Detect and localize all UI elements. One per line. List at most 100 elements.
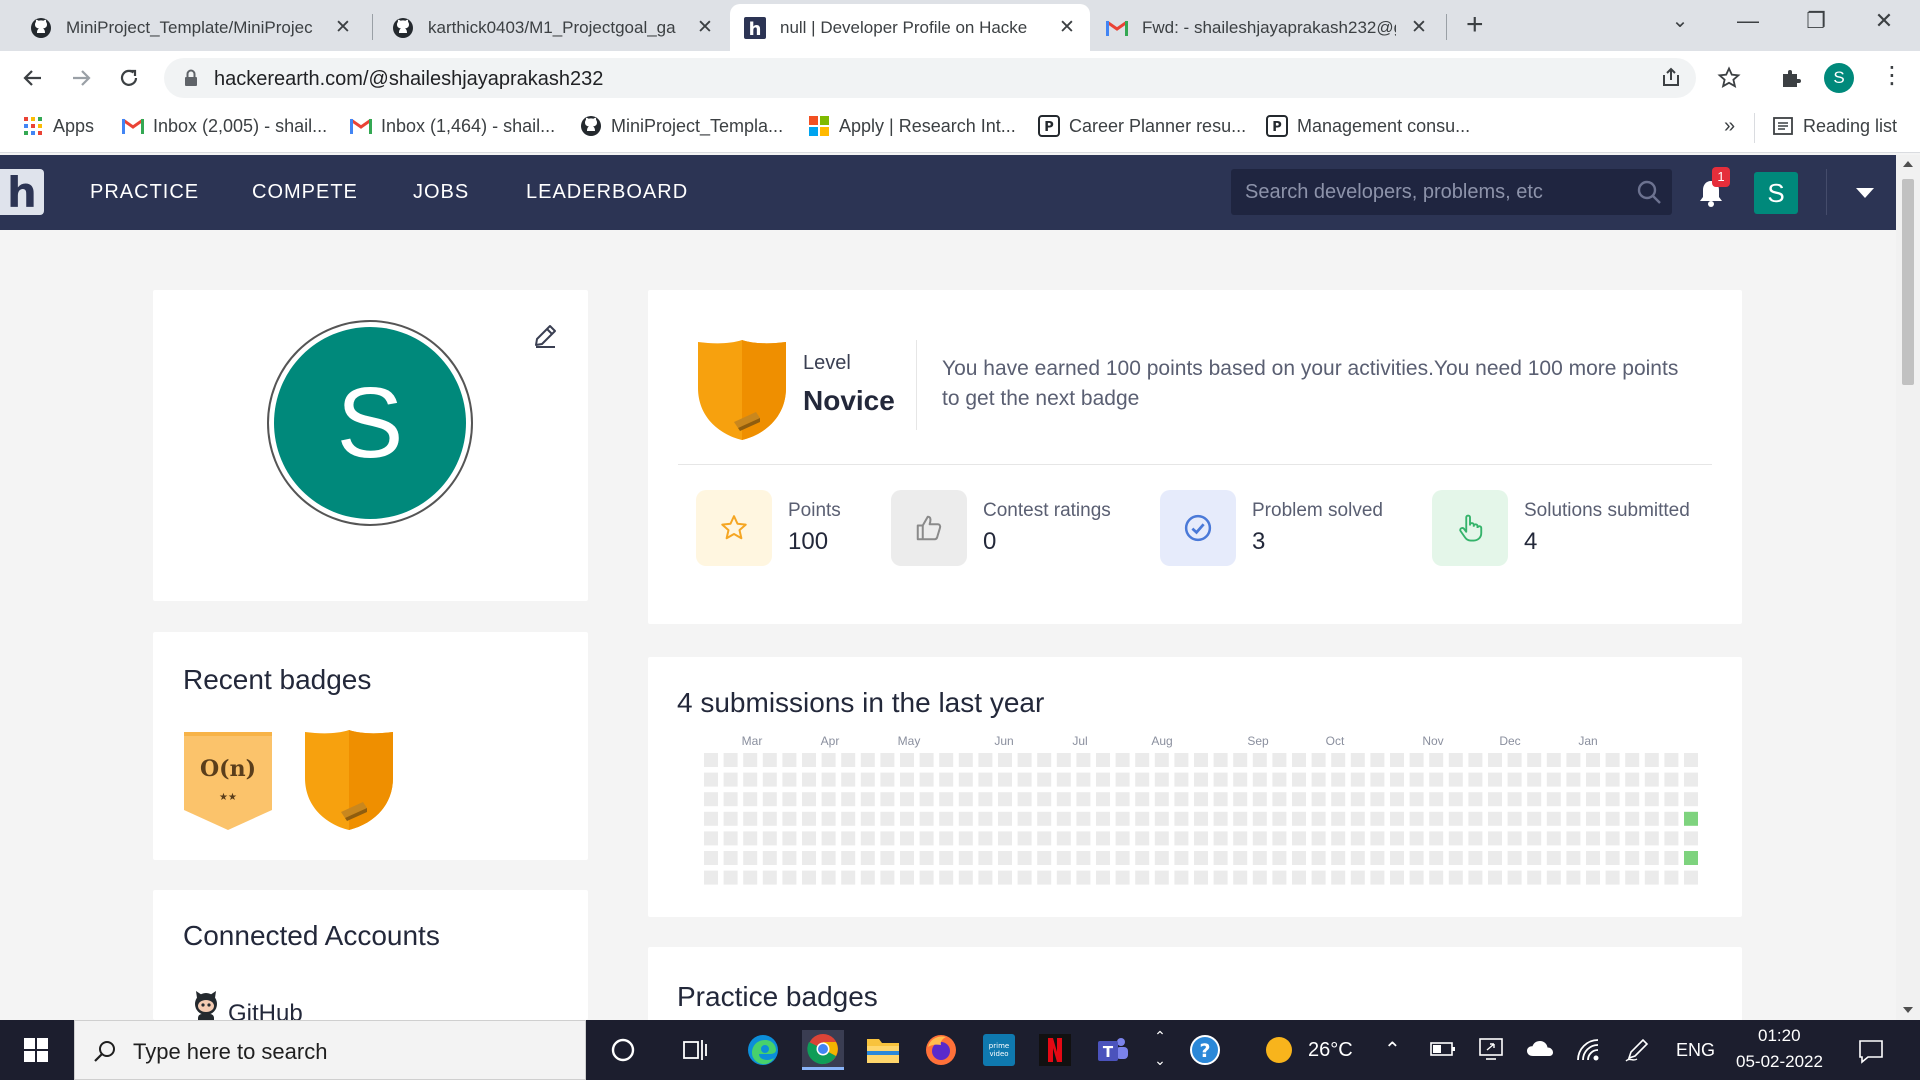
heatmap-cell[interactable] (1174, 811, 1189, 826)
heatmap-cell[interactable] (1488, 811, 1502, 826)
windows-start-icon[interactable] (0, 1020, 72, 1080)
user-avatar-button[interactable]: S (1754, 172, 1798, 214)
search-icon[interactable] (1636, 179, 1662, 210)
heatmap-cell[interactable] (723, 811, 738, 826)
heatmap-cell[interactable] (1017, 870, 1032, 885)
heatmap-cell[interactable] (1507, 811, 1522, 826)
heatmap-cell[interactable] (978, 870, 993, 885)
heatmap-cell[interactable] (1566, 811, 1581, 826)
heatmap-cell[interactable] (743, 753, 758, 767)
heatmap-cell[interactable] (1135, 792, 1150, 807)
heatmap-cell[interactable] (1488, 831, 1502, 846)
heatmap-cell[interactable] (978, 792, 993, 807)
close-tab-icon[interactable]: ✕ (334, 16, 352, 39)
heatmap-cell[interactable] (1644, 772, 1659, 787)
heatmap-cell[interactable] (1252, 792, 1267, 807)
heatmap-cell[interactable] (1527, 792, 1542, 807)
heatmap-cell[interactable] (998, 831, 1012, 846)
browser-menu-icon[interactable]: ⋮ (1880, 61, 1904, 90)
heatmap-cell[interactable] (860, 811, 875, 826)
heatmap-cell[interactable] (1056, 792, 1071, 807)
nav-jobs[interactable]: JOBS (413, 181, 469, 204)
heatmap-cell[interactable] (1213, 753, 1228, 767)
heatmap-cell[interactable] (1684, 792, 1698, 807)
heatmap-cell[interactable] (1448, 753, 1463, 767)
heatmap-cell[interactable] (802, 831, 816, 846)
heatmap-cell[interactable] (1664, 851, 1679, 865)
browser-tab-2[interactable]: karthick0403/M1_Projectgoal_ga ✕ (378, 4, 728, 51)
scroll-down-arrow-icon[interactable] (1903, 1007, 1913, 1013)
heatmap-cell[interactable] (1292, 811, 1306, 826)
heatmap-cell[interactable] (1037, 792, 1052, 807)
heatmap-cell[interactable] (782, 831, 797, 846)
heatmap-cell[interactable] (1292, 792, 1306, 807)
heatmap-cell[interactable] (1213, 851, 1228, 865)
cortana-circle-icon[interactable] (602, 1030, 644, 1070)
heatmap-cell[interactable] (1488, 753, 1502, 767)
new-tab-plus-icon[interactable]: + (1466, 10, 1484, 40)
heatmap-cell[interactable] (1350, 831, 1365, 846)
heatmap-cell[interactable] (1507, 851, 1522, 865)
profile-avatar[interactable]: S (274, 327, 466, 519)
heatmap-cell[interactable] (782, 851, 797, 865)
heatmap-cell[interactable] (743, 811, 758, 826)
heatmap-cell[interactable] (1194, 753, 1208, 767)
heatmap-cell[interactable] (1056, 753, 1071, 767)
heatmap-cell[interactable] (1213, 870, 1228, 885)
heatmap-cell[interactable] (802, 772, 816, 787)
heatmap-cell[interactable] (1488, 792, 1502, 807)
heatmap-cell[interactable] (978, 831, 993, 846)
heatmap-cell[interactable] (1115, 792, 1130, 807)
heatmap-cell[interactable] (1507, 831, 1522, 846)
heatmap-cell[interactable] (1115, 870, 1130, 885)
heatmap-cell[interactable] (1252, 753, 1267, 767)
share-icon[interactable] (1660, 66, 1682, 93)
heatmap-cell[interactable] (1468, 870, 1483, 885)
heatmap-cell[interactable] (1272, 792, 1287, 807)
prime-video-icon[interactable]: prime video (978, 1030, 1020, 1070)
browser-tab-3-active[interactable]: h null | Developer Profile on Hacke ✕ (730, 4, 1090, 51)
heatmap-cell[interactable] (841, 831, 856, 846)
heatmap-cell[interactable] (1115, 772, 1130, 787)
minimize-icon[interactable]: — (1728, 8, 1768, 34)
heatmap-cell[interactable] (1625, 772, 1640, 787)
heatmap-cell[interactable] (958, 753, 973, 767)
heatmap-cell[interactable] (821, 772, 836, 787)
heatmap-cell[interactable] (998, 870, 1012, 885)
heatmap-cell[interactable] (802, 792, 816, 807)
extensions-puzzle-icon[interactable] (1776, 63, 1806, 93)
heatmap-cell[interactable] (1370, 851, 1385, 865)
heatmap-cell[interactable] (1527, 870, 1542, 885)
heatmap-cell[interactable] (1233, 831, 1248, 846)
heatmap-cell[interactable] (1409, 870, 1424, 885)
heatmap-cell[interactable] (1546, 753, 1561, 767)
heatmap-cell[interactable] (802, 851, 816, 865)
heatmap-cell[interactable] (782, 792, 797, 807)
heatmap-cell[interactable] (958, 851, 973, 865)
heatmap-cell[interactable] (1096, 772, 1110, 787)
heatmap-cell[interactable] (1252, 831, 1267, 846)
heatmap-cell[interactable] (704, 753, 718, 767)
browser-tab-1[interactable]: MiniProject_Template/MiniProjec ✕ (16, 4, 366, 51)
heatmap-cell[interactable] (1527, 772, 1542, 787)
heatmap-cell[interactable] (1311, 811, 1326, 826)
heatmap-cell[interactable] (1586, 831, 1600, 846)
heatmap-cell[interactable] (821, 792, 836, 807)
heatmap-cell[interactable] (802, 753, 816, 767)
page-scrollbar[interactable] (1896, 155, 1920, 1020)
heatmap-cell[interactable] (1429, 753, 1444, 767)
heatmap-cell[interactable] (1605, 772, 1620, 787)
heatmap-cell[interactable] (1311, 851, 1326, 865)
heatmap-cell[interactable] (1625, 753, 1640, 767)
heatmap-cell[interactable] (1370, 753, 1385, 767)
heatmap-cell[interactable] (900, 772, 914, 787)
heatmap-cell[interactable] (1409, 811, 1424, 826)
heatmap-cell[interactable] (919, 772, 934, 787)
heatmap-cell[interactable] (1370, 772, 1385, 787)
heatmap-cell[interactable] (1546, 851, 1561, 865)
heatmap-cell[interactable] (762, 753, 777, 767)
heatmap-cell[interactable] (1684, 772, 1698, 787)
heatmap-cell[interactable] (1311, 870, 1326, 885)
heatmap-cell[interactable] (1154, 811, 1169, 826)
nav-leaderboard[interactable]: LEADERBOARD (526, 181, 688, 204)
